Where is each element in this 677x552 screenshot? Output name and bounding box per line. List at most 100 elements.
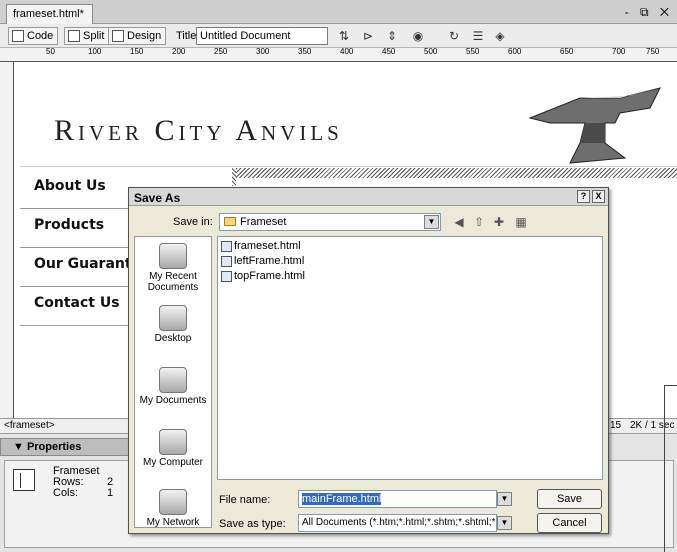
ruler-label: 500 (424, 47, 438, 56)
file-name-dropdown-icon[interactable]: ▼ (497, 492, 512, 506)
nav-contact-us[interactable]: Contact Us (20, 287, 140, 326)
properties-header[interactable]: ▼ Properties (0, 438, 140, 456)
document-tab-label: frameset.html* (13, 8, 84, 20)
my-documents-icon (159, 367, 187, 393)
document-toolbar: Code Split Design Title: Untitled Docume… (0, 24, 677, 48)
place-my-computer[interactable]: My Computer (135, 429, 211, 468)
place-my-recent-documents[interactable]: My Recent Documents (135, 243, 211, 293)
tag-selector[interactable]: <frameset> (4, 420, 55, 431)
split-view-button[interactable]: Split (64, 27, 110, 45)
back-icon[interactable]: ◀ (451, 215, 467, 229)
ruler-label: 100 (88, 47, 102, 56)
window-controls[interactable]: - ⧉ ✕ (625, 5, 673, 20)
save-as-type-label: Save as type: (219, 518, 286, 530)
close-button[interactable]: X (592, 190, 605, 203)
preview-icon[interactable]: ⊳ (360, 29, 376, 43)
nav-about-us[interactable]: About Us (20, 170, 140, 209)
help-button[interactable]: ? (577, 190, 590, 203)
ruler-label: 650 (560, 47, 574, 56)
place-desktop[interactable]: Desktop (135, 305, 211, 344)
place-label: My Recent Documents (147, 271, 199, 293)
place-label: My Network (146, 517, 200, 528)
code-view-label: Code (27, 30, 54, 42)
file-name: leftFrame.html (234, 255, 305, 267)
save-in-label: Save in: (173, 216, 213, 228)
file-name-input[interactable]: mainFrame.html (298, 490, 497, 508)
ruler-label: 750 (646, 47, 660, 56)
ruler-label: 300 (256, 47, 270, 56)
recent-documents-icon (159, 243, 187, 269)
save-button[interactable]: Save (537, 489, 602, 509)
new-folder-icon[interactable]: ✚ (491, 215, 507, 229)
ruler-label: 700 (612, 47, 626, 56)
place-my-documents[interactable]: My Documents (135, 367, 211, 406)
html-file-icon (221, 256, 232, 267)
design-icon (112, 30, 124, 42)
ruler-label: 350 (298, 47, 312, 56)
file-name: topFrame.html (234, 270, 305, 282)
ruler-label: 150 (130, 47, 144, 56)
file-item[interactable]: topFrame.html (220, 270, 305, 284)
place-my-network[interactable]: My Network (135, 489, 211, 528)
ruler-label: 550 (466, 47, 480, 56)
view-options-icon[interactable]: ☰ (470, 29, 486, 43)
title-input[interactable]: Untitled Document (196, 27, 328, 45)
file-name: frameset.html (234, 240, 301, 252)
cols-value: 1 (107, 487, 114, 499)
cols-label: Cols: (53, 487, 79, 499)
design-view-button[interactable]: Design (108, 27, 167, 45)
document-tab-bar: frameset.html* - ⧉ ✕ (0, 0, 677, 24)
refresh-icon[interactable]: ↻ (446, 29, 462, 43)
frame-border[interactable] (232, 168, 677, 178)
save-in-value: Frameset (240, 216, 287, 228)
html-file-icon (221, 241, 232, 252)
place-label: My Computer (142, 457, 203, 468)
split-view-label: Split (83, 30, 105, 42)
anvil-logo (528, 87, 661, 164)
frame-border-vertical[interactable] (232, 168, 236, 186)
desktop-icon (159, 305, 187, 331)
dialog-titlebar[interactable]: Save As ? X (129, 188, 608, 206)
banner-title: River City Anvils (54, 114, 343, 147)
dialog-title: Save As (134, 191, 181, 205)
file-name-label: File name: (219, 494, 271, 506)
up-folder-icon[interactable]: ⇧ (471, 215, 487, 229)
file-item[interactable]: leftFrame.html (220, 255, 304, 269)
file-name-value: mainFrame.html (302, 493, 382, 505)
my-network-icon (159, 489, 187, 515)
panel-divider (664, 385, 665, 552)
view-menu-icon[interactable]: ▦ (513, 215, 529, 229)
place-label: Desktop (154, 333, 192, 344)
folder-icon (224, 217, 236, 226)
ruler-label: 250 (214, 47, 228, 56)
file-item[interactable]: frameset.html (220, 240, 301, 254)
code-view-button[interactable]: Code (8, 27, 59, 45)
debug-icon[interactable]: ⇕ (384, 29, 400, 43)
document-tab[interactable]: frameset.html* (6, 4, 93, 24)
vertical-ruler (0, 62, 14, 418)
save-as-type-select[interactable]: All Documents (*.htm;*.html;*.shtm;*.sht… (298, 514, 497, 532)
design-view-label: Design (127, 30, 162, 42)
frameset-icon (13, 469, 35, 491)
browser-check-icon[interactable]: ◉ (410, 29, 426, 43)
save-in-select[interactable]: Frameset ▼ (219, 213, 441, 231)
file-list[interactable]: frameset.html leftFrame.html topFrame.ht… (217, 236, 603, 480)
horizontal-ruler: 50 100 150 200 250 300 350 400 450 500 5… (0, 47, 677, 62)
nav-our-guarantee[interactable]: Our Guarantee (20, 248, 140, 287)
panel-divider-horizontal (664, 385, 677, 386)
ruler-label: 200 (172, 47, 186, 56)
download-size: 2K / 1 sec (630, 420, 675, 431)
cancel-button[interactable]: Cancel (537, 513, 602, 533)
nav-products[interactable]: Products (20, 209, 140, 248)
save-as-type-dropdown-icon[interactable]: ▼ (497, 516, 512, 530)
chevron-down-icon[interactable]: ▼ (424, 215, 439, 229)
zoom-level: 15 (610, 420, 622, 431)
ruler-label: 450 (382, 47, 396, 56)
file-management-icon[interactable]: ⇅ (336, 29, 352, 43)
ruler-label: 50 (46, 47, 55, 56)
split-icon (68, 30, 80, 42)
place-label: My Documents (139, 395, 207, 406)
ruler-label: 600 (508, 47, 522, 56)
visual-aids-icon[interactable]: ◈ (492, 29, 508, 43)
banner-divider (20, 166, 677, 167)
